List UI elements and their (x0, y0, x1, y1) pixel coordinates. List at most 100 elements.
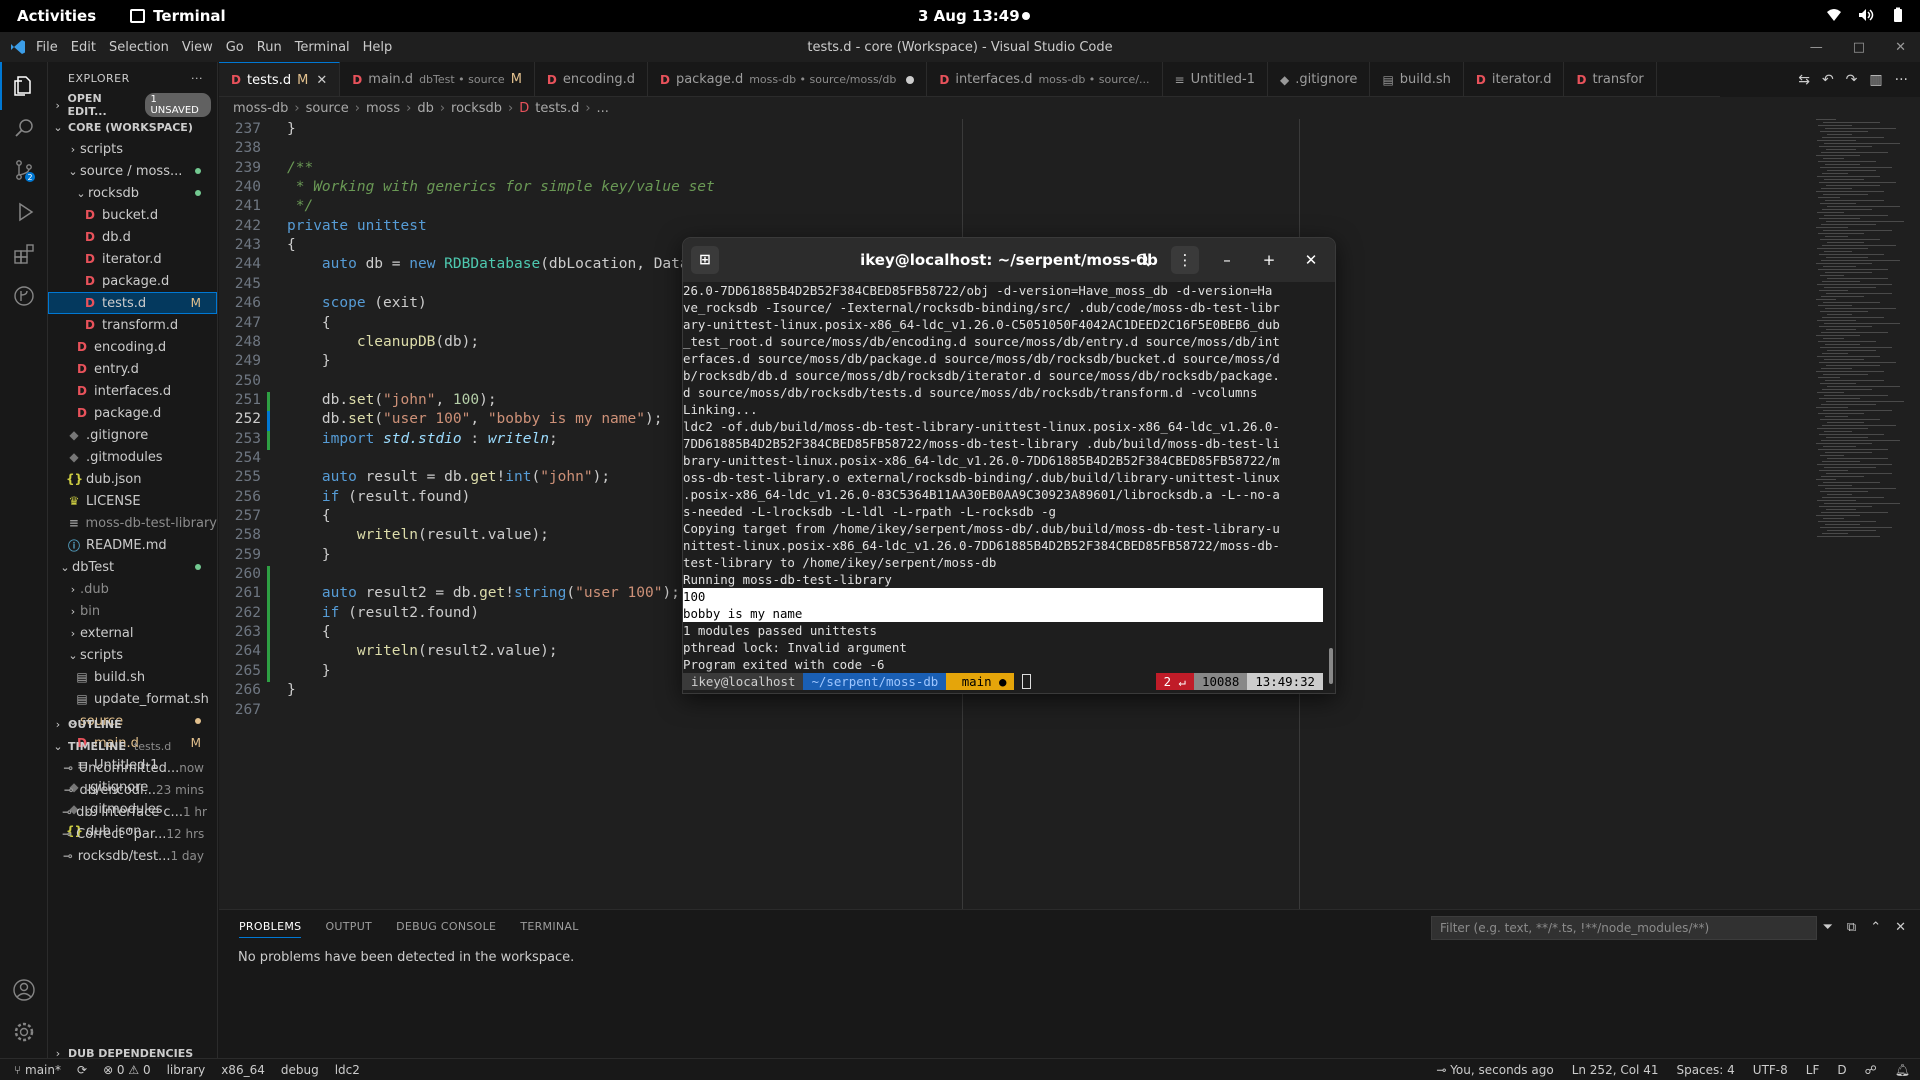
tree-file[interactable]: Dtests.d M (48, 292, 217, 314)
more-actions-icon[interactable]: ··· (191, 72, 203, 85)
tree-folder[interactable]: › external (48, 622, 217, 644)
minimap[interactable] (1816, 119, 1906, 909)
timeline-item[interactable]: ⊸ Uncommitted... now (48, 757, 217, 779)
tree-file[interactable]: Dinterfaces.d (48, 380, 217, 402)
language-mode[interactable]: D (1837, 1063, 1846, 1077)
panel-tab-output[interactable]: OUTPUT (325, 920, 372, 938)
git-next-change-icon[interactable]: ↷ (1846, 72, 1858, 88)
problems-status[interactable]: ⊗ 0 ⚠ 0 (103, 1063, 151, 1077)
timeline-item[interactable]: ⊸ db: Interface c... 1 hr (48, 801, 217, 823)
open-editors-section[interactable]: › OPEN EDIT... 1 UNSAVED (48, 92, 217, 118)
tree-file[interactable]: Dpackage.d (48, 402, 217, 424)
dub-compiler[interactable]: ldc2 (335, 1063, 360, 1077)
menu-terminal[interactable]: Terminal (295, 40, 350, 55)
dub-dependencies-section[interactable]: › DUB DEPENDENCIES (48, 1042, 217, 1059)
new-tab-icon[interactable]: ⊞ (691, 246, 719, 274)
settings-gear-icon[interactable] (12, 1020, 36, 1044)
tree-file[interactable]: ≡ moss-db-test-library (48, 512, 217, 534)
tree-file[interactable]: ▤ update_format.sh (48, 688, 217, 710)
battery-icon[interactable] (1890, 7, 1906, 23)
extensions-icon[interactable] (12, 242, 36, 266)
terminal-minimize-button[interactable]: – (1213, 246, 1241, 274)
maximize-panel-icon[interactable]: ⌃ (1870, 920, 1881, 935)
workspace-section[interactable]: ⌄ CORE (WORKSPACE) (48, 116, 217, 138)
end-of-line[interactable]: LF (1806, 1063, 1820, 1077)
tree-file[interactable]: {} dub.json (48, 468, 217, 490)
breadcrumb-item[interactable]: db (417, 101, 434, 116)
tree-file[interactable]: ▤ build.sh (48, 666, 217, 688)
breadcrumb-item[interactable]: moss (366, 101, 400, 116)
panel-tab-problems[interactable]: PROBLEMS (239, 920, 302, 938)
outline-section[interactable]: › OUTLINE (48, 713, 217, 735)
filter-icon[interactable]: ⏷ (1822, 920, 1832, 935)
tree-file[interactable]: Dbucket.d (48, 204, 217, 226)
git-blame-status[interactable]: ⊸ You, seconds ago (1436, 1063, 1553, 1077)
maximize-button[interactable]: □ (1853, 40, 1865, 55)
encoding[interactable]: UTF-8 (1753, 1063, 1788, 1077)
close-tab-icon[interactable]: ✕ (316, 73, 327, 88)
sync-icon[interactable]: ⟳ (77, 1063, 87, 1077)
collapse-all-icon[interactable]: ⧉ (1847, 920, 1856, 935)
tree-folder[interactable]: ⌄ scripts (48, 644, 217, 666)
account-icon[interactable] (12, 978, 36, 1002)
activities-button[interactable]: Activities (17, 7, 96, 25)
tree-folder[interactable]: ⌄ source / moss... (48, 160, 217, 182)
tree-folder[interactable]: ⌄ rocksdb (48, 182, 217, 204)
tree-file[interactable]: ♛ LICENSE (48, 490, 217, 512)
cursor-position[interactable]: Ln 252, Col 41 (1572, 1063, 1659, 1077)
tab-iterator-d[interactable]: Diterator.d (1464, 62, 1565, 96)
git-prev-change-icon[interactable]: ↶ (1822, 72, 1834, 88)
menu-selection[interactable]: Selection (109, 40, 169, 55)
tab--gitignore[interactable]: ◆ .gitignore (1268, 62, 1371, 96)
app-menu[interactable]: Terminal (130, 7, 226, 25)
menu-file[interactable]: File (36, 40, 58, 55)
problems-filter-input[interactable]: Filter (e.g. text, **/*.ts, !**/node_mod… (1431, 916, 1817, 940)
git-graph-icon[interactable] (12, 284, 36, 308)
system-tray[interactable] (1826, 7, 1906, 23)
tree-file[interactable]: Diterator.d (48, 248, 217, 270)
menu-view[interactable]: View (182, 40, 213, 55)
panel-tab-terminal[interactable]: TERMINAL (520, 920, 578, 938)
dub-arch[interactable]: x86_64 (221, 1063, 265, 1077)
clock[interactable]: 3 Aug 13:49 (918, 7, 1020, 25)
terminal-close-button[interactable]: ✕ (1297, 246, 1325, 274)
branch-status[interactable]: ⑂ main* (14, 1063, 61, 1077)
tree-file[interactable]: Dencoding.d (48, 336, 217, 358)
close-window-button[interactable]: ✕ (1895, 40, 1906, 55)
terminal-scrollbar[interactable] (1329, 648, 1333, 684)
tree-file[interactable]: ⓘ README.md (48, 534, 217, 556)
source-control-icon[interactable]: 2 (12, 158, 36, 182)
menu-help[interactable]: Help (363, 40, 393, 55)
feedback-icon[interactable]: ☍ (1865, 1063, 1877, 1077)
indentation[interactable]: Spaces: 4 (1676, 1063, 1734, 1077)
breadcrumb-item[interactable]: moss-db (233, 101, 288, 116)
tree-file[interactable]: ◆ .gitmodules (48, 446, 217, 468)
close-panel-icon[interactable]: ✕ (1895, 920, 1906, 935)
wifi-icon[interactable] (1826, 7, 1842, 23)
tab-package-d[interactable]: Dpackage.d moss-db • source/moss/db (648, 62, 928, 96)
tab-build-sh[interactable]: ▤ build.sh (1370, 62, 1464, 96)
timeline-item[interactable]: ⊸ Correct "par... 12 hrs (48, 823, 217, 845)
tab-interfaces-d[interactable]: Dinterfaces.d moss-db • source/... (927, 62, 1163, 96)
tree-file[interactable]: Ddb.d (48, 226, 217, 248)
tree-folder[interactable]: › .dub (48, 578, 217, 600)
explorer-icon[interactable] (0, 62, 36, 110)
tree-folder[interactable]: › scripts (48, 138, 217, 160)
dub-config-library[interactable]: library (167, 1063, 206, 1077)
menu-go[interactable]: Go (226, 40, 244, 55)
volume-icon[interactable] (1858, 7, 1874, 23)
dub-build-type[interactable]: debug (281, 1063, 319, 1077)
minimize-button[interactable]: — (1810, 40, 1823, 55)
terminal-window[interactable]: ⊞ ikey@localhost: ~/serpent/moss-db ⋮ – … (682, 237, 1336, 694)
breadcrumb-item[interactable]: rocksdb (451, 101, 502, 116)
terminal-output[interactable]: 26.0-7DD61885B4D2B52F384CBED85FB58722/ob… (683, 282, 1323, 690)
breadcrumb-item[interactable]: tests.d (535, 101, 579, 116)
panel-tab-debug-console[interactable]: DEBUG CONSOLE (396, 920, 496, 938)
terminal-maximize-button[interactable]: + (1255, 246, 1283, 274)
tree-file[interactable]: Dentry.d (48, 358, 217, 380)
tab-encoding-d[interactable]: Dencoding.d (535, 62, 648, 96)
notifications-bell-icon[interactable]: 🔔︎ (1895, 1063, 1910, 1077)
breadcrumb-item[interactable]: source (306, 101, 349, 116)
search-icon[interactable] (12, 116, 36, 140)
run-debug-icon[interactable] (12, 200, 36, 224)
